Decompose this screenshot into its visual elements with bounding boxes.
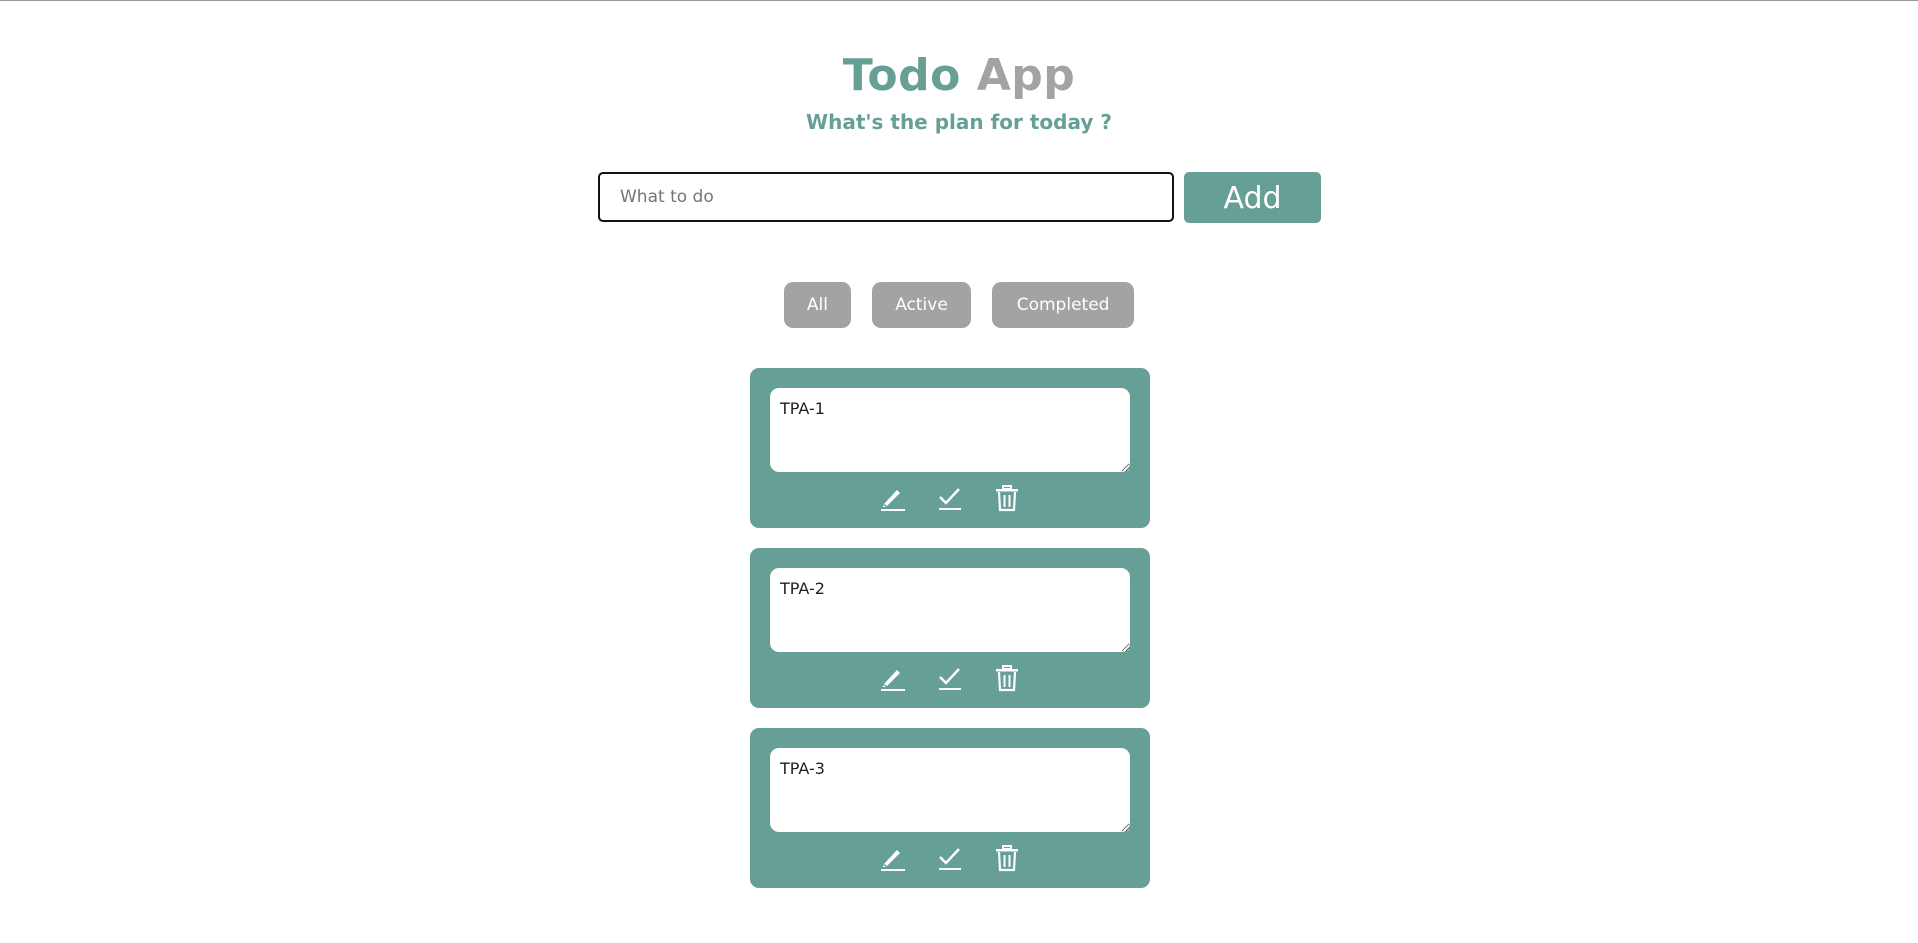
pencil-icon	[880, 670, 905, 691]
checkmark-icon	[939, 488, 961, 510]
checkmark-icon	[939, 668, 961, 690]
filter-all-button[interactable]: All	[783, 282, 851, 328]
filter-active-button[interactable]: Active	[872, 282, 971, 328]
filter-completed-button[interactable]: Completed	[992, 282, 1135, 328]
complete-button[interactable]	[936, 844, 964, 872]
add-button[interactable]: Add	[1184, 172, 1321, 223]
filter-bar: All Active Completed	[0, 282, 1918, 328]
todo-card: TPA-2	[750, 548, 1150, 708]
title-app: App	[976, 50, 1076, 101]
delete-button[interactable]	[993, 844, 1021, 872]
trash-icon	[996, 845, 1019, 872]
pencil-icon	[880, 490, 905, 511]
todo-actions	[750, 844, 1150, 874]
todo-card: TPA-1	[750, 368, 1150, 528]
todo-text-area[interactable]: TPA-3	[770, 748, 1130, 832]
trash-icon	[996, 485, 1019, 512]
complete-button[interactable]	[936, 484, 964, 512]
delete-button[interactable]	[993, 664, 1021, 692]
title-todo: Todo	[842, 50, 961, 101]
todo-card: TPA-3	[750, 728, 1150, 888]
complete-button[interactable]	[936, 664, 964, 692]
trash-icon	[996, 665, 1019, 692]
edit-button[interactable]	[879, 484, 907, 512]
app-title: Todo App	[0, 50, 1918, 102]
edit-button[interactable]	[879, 844, 907, 872]
pencil-icon	[880, 850, 905, 871]
todo-actions	[750, 664, 1150, 694]
delete-button[interactable]	[993, 484, 1021, 512]
todo-text-area[interactable]: TPA-1	[770, 388, 1130, 472]
edit-button[interactable]	[879, 664, 907, 692]
top-border	[0, 0, 1918, 1]
todo-text-area[interactable]: TPA-2	[770, 568, 1130, 652]
app-header: Todo App What's the plan for today ?	[0, 50, 1918, 134]
todo-input[interactable]	[598, 172, 1174, 222]
add-todo-form: Add	[598, 172, 1322, 224]
todo-actions	[750, 484, 1150, 514]
checkmark-icon	[939, 848, 961, 870]
app-subtitle: What's the plan for today ?	[806, 110, 1112, 134]
